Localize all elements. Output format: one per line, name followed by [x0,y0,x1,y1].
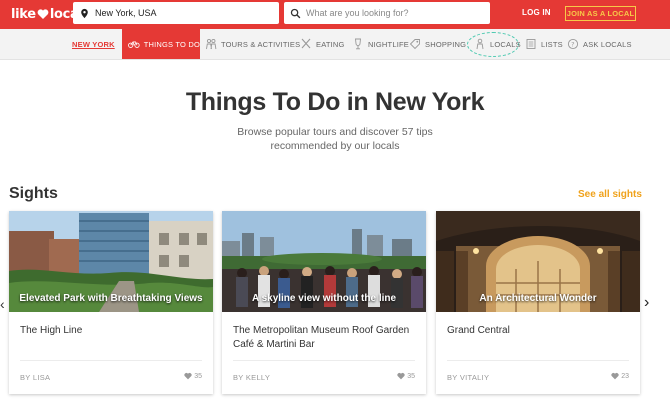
location-field[interactable] [73,2,279,24]
card-author[interactable]: BY LISA [20,373,50,382]
heart-icon [611,372,619,380]
likes-count: 35 [194,372,202,380]
category-nav: NEW YORK THINGS TO DO TOURS & ACTIVITIES… [0,29,670,60]
nav-item-things-to-do[interactable]: THINGS TO DO [122,29,200,59]
nav-item-ask-locals[interactable]: ? ASK LOCALS [567,29,632,59]
nav-city-link[interactable]: NEW YORK [72,29,115,59]
nav-item-shopping[interactable]: SHOPPING [409,29,466,59]
question-icon: ? [567,38,579,50]
carousel-prev-arrow[interactable]: ‹ [0,296,5,312]
nav-item-eating[interactable]: EATING [300,29,345,59]
login-link[interactable]: LOG IN [522,8,551,17]
card-title[interactable]: The High Line [20,324,205,338]
card-divider [233,360,415,361]
page-subtitle: Browse popular tours and discover 57 tip… [237,126,433,152]
tip-card[interactable]: An Architectural Wonder Grand Central BY… [436,211,640,394]
card-author[interactable]: BY KELLY [233,373,270,382]
card-likes[interactable]: 35 [184,372,202,380]
glass-icon [354,38,362,50]
nav-label: ASK LOCALS [583,39,632,49]
card-title[interactable]: Grand Central [447,324,632,338]
search-icon [290,8,301,18]
person-icon [476,38,484,50]
card-tagline: Elevated Park with Breathtaking Views [19,293,203,304]
tip-card[interactable]: Elevated Park with Breathtaking Views Th… [9,211,213,394]
nav-label: EATING [316,39,345,49]
carousel-next-arrow[interactable]: › [644,294,649,312]
logo-text-left: like [11,6,36,22]
cutlery-icon [301,38,311,49]
see-all-sights-link[interactable]: See all sights [578,189,642,200]
nav-label: SHOPPING [425,39,467,49]
tip-card[interactable]: A skyline view without the line The Metr… [222,211,426,394]
nav-item-nightlife[interactable]: NIGHTLIFE [352,29,409,59]
search-field[interactable] [284,2,490,24]
heart-icon [184,372,192,380]
likes-count: 23 [621,372,629,380]
likes-count: 35 [407,372,415,380]
people-icon [206,38,217,50]
card-tagline: A skyline view without the line [251,293,397,304]
page-title: Things To Do in New York [185,88,485,116]
card-likes[interactable]: 23 [611,372,629,380]
map-pin-icon [81,8,88,18]
section-title: Sights [9,185,58,202]
search-input[interactable] [306,5,476,21]
card-author[interactable]: BY VITALIY [447,373,489,382]
nav-label: NIGHTLIFE [368,39,409,49]
card-tagline: An Architectural Wonder [479,293,597,304]
nav-label: LISTS [541,39,563,49]
nav-label: TOURS & ACTIVITIES [221,39,301,49]
nav-label: LOCALS [490,39,521,49]
join-as-local-button[interactable]: JOIN AS A LOCAL [565,6,636,21]
bike-icon [128,41,140,48]
card-divider [447,360,629,361]
tag-icon [409,39,420,50]
card-likes[interactable]: 35 [397,372,415,380]
nav-item-tours-activities[interactable]: TOURS & ACTIVITIES [205,29,300,59]
card-divider [20,360,202,361]
heart-logo-icon [37,9,49,19]
card-title[interactable]: The Metropolitan Museum Roof Garden Café… [233,324,418,352]
nav-item-locals[interactable]: LOCALS [474,29,521,59]
list-icon [526,39,536,49]
nav-label: THINGS TO DO [143,39,200,49]
svg-text:?: ? [571,40,575,48]
logo[interactable]: like local [11,5,83,23]
top-bar: like local LOG IN JOIN AS A LOCAL [0,0,670,29]
location-input[interactable] [95,5,265,21]
nav-item-lists[interactable]: LISTS [525,29,563,59]
heart-icon [397,372,405,380]
